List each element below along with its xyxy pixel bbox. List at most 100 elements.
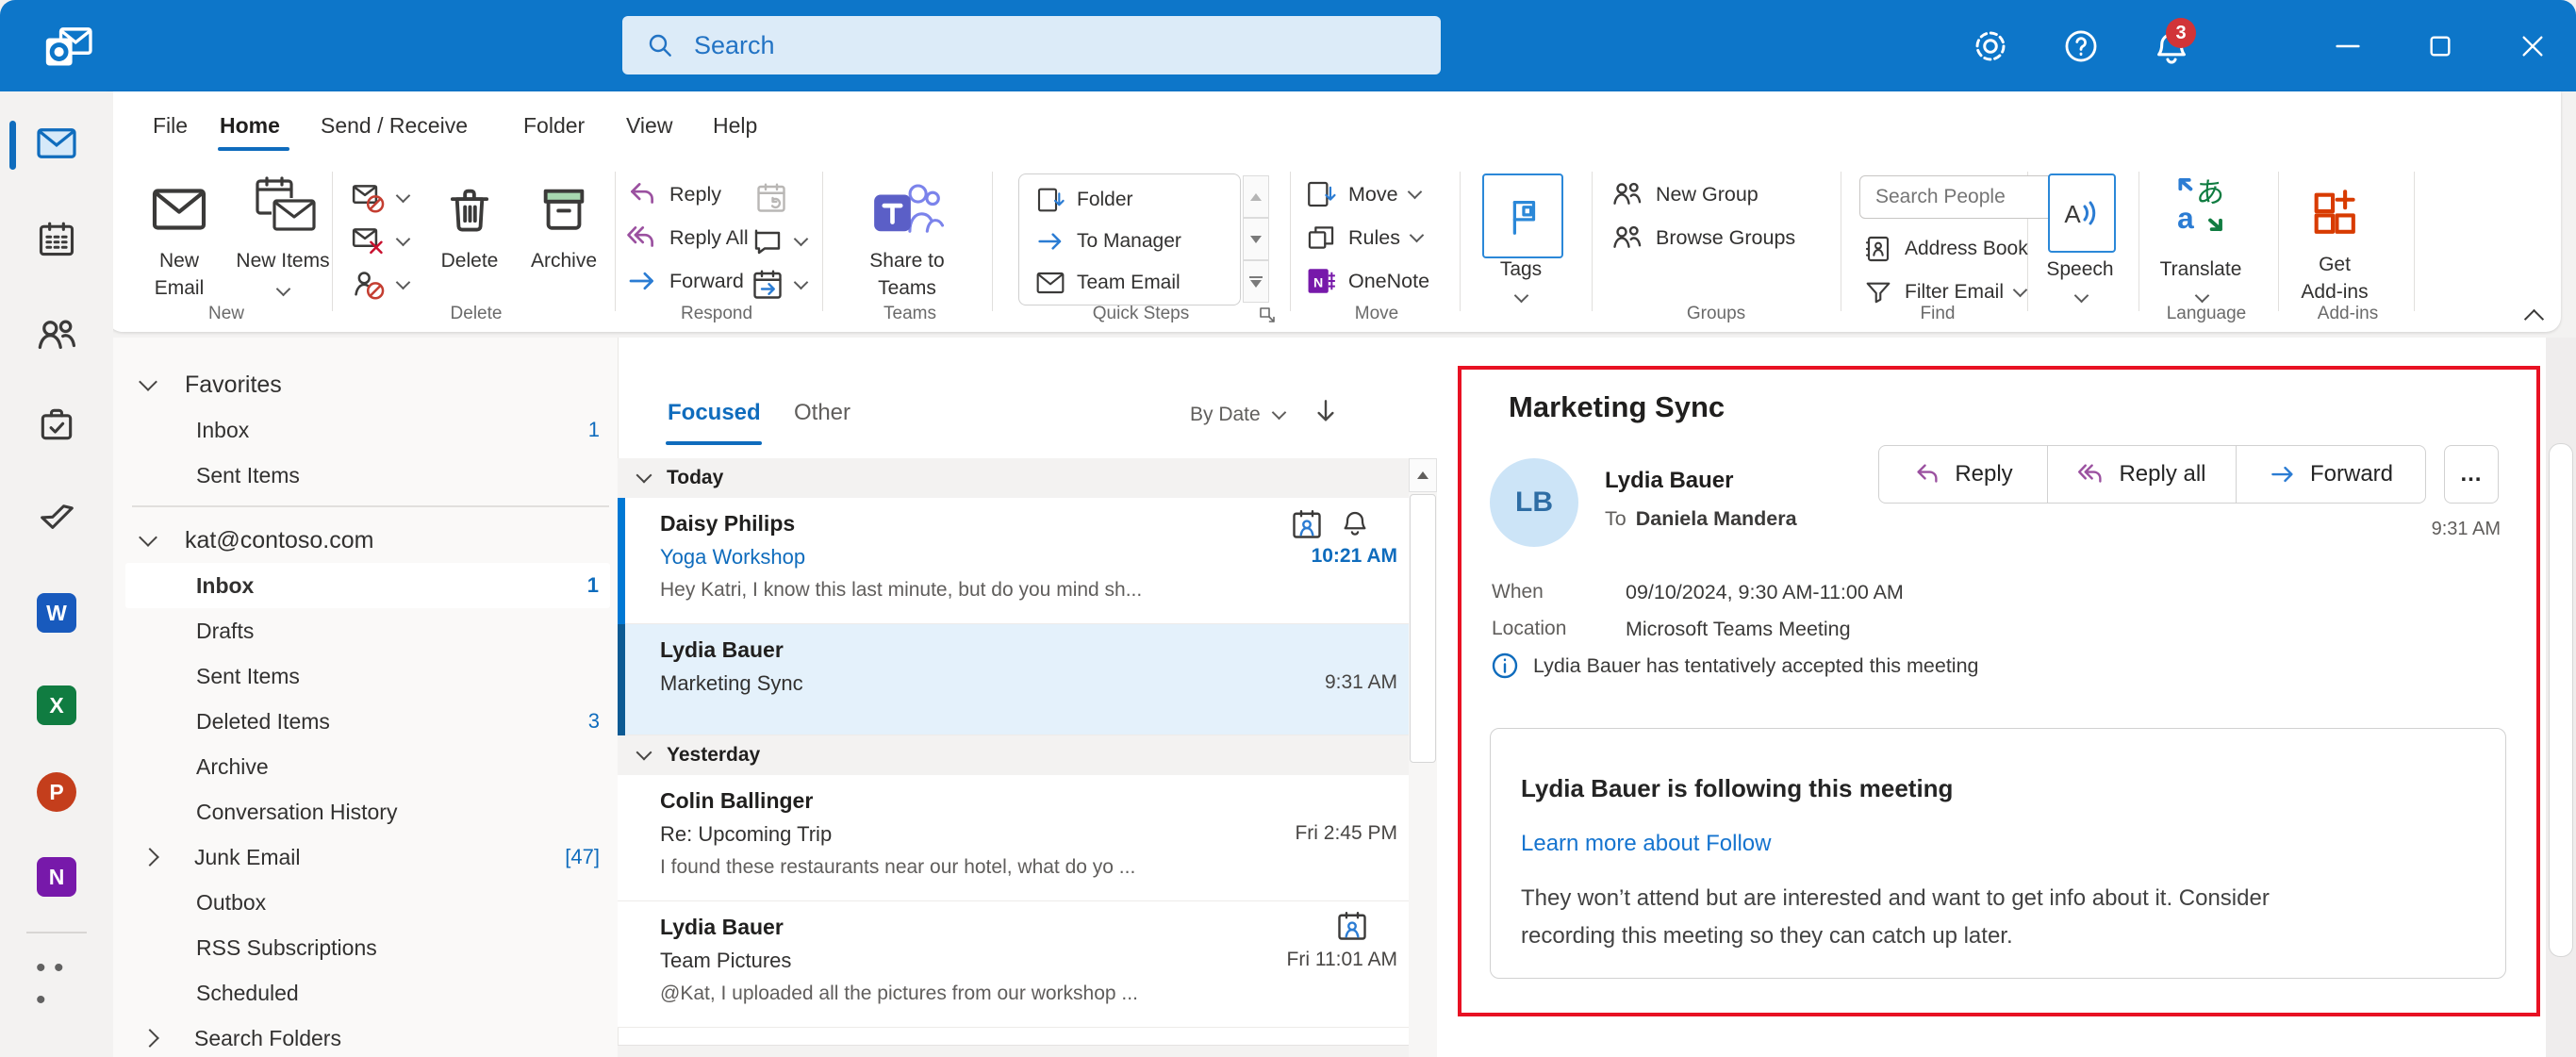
gallery-down-button[interactable] xyxy=(1243,218,1269,260)
folder-item-archive[interactable]: Archive xyxy=(113,744,618,789)
folder-item-inbox[interactable]: Inbox 1 xyxy=(125,563,610,608)
translate-label[interactable]: Translate xyxy=(2155,258,2246,281)
group-header-yesterday[interactable]: Yesterday xyxy=(618,735,1409,775)
speech-label[interactable]: Speech xyxy=(2037,258,2123,281)
rail-tasks-button[interactable] xyxy=(36,404,77,445)
favorites-section-header[interactable]: Favorites xyxy=(113,362,618,407)
more-actions-button[interactable]: … xyxy=(2444,445,2499,504)
sender-avatar[interactable]: LB xyxy=(1490,458,1578,547)
quick-step-to-manager[interactable]: To Manager xyxy=(1035,224,1181,258)
gallery-up-button[interactable] xyxy=(1243,175,1269,218)
delete-button[interactable]: Delete xyxy=(426,172,513,274)
im-reply-button[interactable] xyxy=(751,223,809,260)
scroll-up-button[interactable] xyxy=(1409,458,1437,492)
sort-direction-button[interactable] xyxy=(1311,396,1341,426)
browse-groups-button[interactable]: Browse Groups xyxy=(1610,219,1795,256)
rail-onenote-button[interactable]: N xyxy=(36,856,77,898)
scrollbar-thumb[interactable] xyxy=(1410,494,1436,763)
maximize-button[interactable] xyxy=(2418,25,2463,68)
titlebar-search[interactable] xyxy=(622,16,1441,74)
rail-powerpoint-button[interactable]: P xyxy=(36,771,77,813)
sender-name[interactable]: Lydia Bauer xyxy=(1605,468,1734,494)
tab-home[interactable]: Home xyxy=(220,108,280,142)
email-item-lydia-selected[interactable]: Lydia Bauer Marketing Sync 9:31 AM xyxy=(618,624,1409,735)
search-people-box[interactable] xyxy=(1859,175,2061,219)
forward-as-meeting-button[interactable] xyxy=(751,266,809,304)
reply-all-action-button[interactable]: Reply all xyxy=(2046,445,2237,504)
close-button[interactable] xyxy=(2510,25,2555,68)
email-item-daisy[interactable]: Daisy Philips Yoga Workshop 10:21 AM Hey… xyxy=(618,498,1409,624)
folder-item-scheduled[interactable]: Scheduled xyxy=(113,970,618,1016)
junk-button[interactable] xyxy=(351,223,411,260)
tags-label[interactable]: Tags xyxy=(1482,258,1560,281)
help-button[interactable] xyxy=(2059,25,2103,68)
quick-step-folder[interactable]: Folder xyxy=(1035,183,1133,217)
rail-excel-button[interactable]: X xyxy=(36,685,77,726)
minimize-button[interactable] xyxy=(2325,25,2370,68)
sort-dropdown[interactable]: By Date xyxy=(1190,404,1286,426)
search-people-input[interactable] xyxy=(1874,185,2047,209)
recipient-name[interactable]: Daniela Mandera xyxy=(1636,507,1797,531)
address-book-button[interactable]: Address Book xyxy=(1863,230,2028,268)
forward-action-button[interactable]: Forward xyxy=(2236,445,2426,504)
reply-button[interactable]: Reply xyxy=(626,175,721,213)
rules-button[interactable]: Rules xyxy=(1305,219,1425,256)
scrollbar-thumb[interactable] xyxy=(2549,443,2573,957)
tab-folder[interactable]: Folder xyxy=(523,108,585,142)
rail-people-button[interactable] xyxy=(36,313,77,355)
reply-action-button[interactable]: Reply xyxy=(1878,445,2048,504)
notifications-button[interactable]: 3 xyxy=(2148,18,2196,72)
account-section-header[interactable]: kat@contoso.com xyxy=(113,518,618,563)
rail-more-button[interactable]: • • • xyxy=(36,952,77,1016)
rail-word-button[interactable]: W xyxy=(36,592,77,634)
tags-button[interactable] xyxy=(1482,173,1563,258)
new-group-button[interactable]: New Group xyxy=(1610,175,1759,213)
gallery-more-button[interactable] xyxy=(1243,260,1269,303)
group-label-move: Move xyxy=(1354,304,1399,323)
folder-item-drafts[interactable]: Drafts xyxy=(113,608,618,653)
reply-all-button[interactable]: Reply All xyxy=(626,219,749,256)
new-items-button[interactable]: New Items xyxy=(232,172,334,302)
translate-button[interactable]: あ a xyxy=(2169,173,2231,236)
reading-pane-scrollbar[interactable] xyxy=(2546,338,2576,1057)
folder-item-rss[interactable]: RSS Subscriptions xyxy=(113,925,618,970)
folder-item-inbox-fav[interactable]: Inbox 1 xyxy=(113,407,618,453)
get-addins-button[interactable]: Get Add-ins xyxy=(2289,175,2380,306)
archive-button[interactable]: Archive xyxy=(517,172,611,274)
tab-file[interactable]: File xyxy=(153,108,188,142)
ignore-button[interactable] xyxy=(351,179,411,217)
speech-button[interactable]: A xyxy=(2048,173,2116,253)
group-header-today[interactable]: Today xyxy=(618,458,1409,498)
share-to-teams-button[interactable]: Share to Teams xyxy=(847,172,967,302)
rail-todo-button[interactable] xyxy=(36,494,77,536)
tab-help[interactable]: Help xyxy=(713,108,757,142)
rail-mail-button[interactable] xyxy=(36,123,77,164)
folder-item-search-folders[interactable]: Search Folders xyxy=(113,1016,618,1057)
new-email-button[interactable]: New Email xyxy=(138,172,221,302)
folder-item-junk[interactable]: Junk Email [47] xyxy=(113,834,618,880)
rail-calendar-button[interactable] xyxy=(36,219,77,260)
tab-other[interactable]: Other xyxy=(794,400,850,426)
message-list-scrollbar[interactable] xyxy=(1409,458,1437,1057)
forward-button[interactable]: Forward xyxy=(626,262,744,300)
folder-item-deleted[interactable]: Deleted Items 3 xyxy=(113,699,618,744)
folder-item-outbox[interactable]: Outbox xyxy=(113,880,618,925)
collapse-ribbon-button[interactable] xyxy=(2519,307,2548,330)
folder-item-sent-fav[interactable]: Sent Items xyxy=(113,453,618,498)
email-item-lydia-pictures[interactable]: Lydia Bauer Team Pictures Fri 11:01 AM @… xyxy=(618,901,1409,1028)
move-button[interactable]: Move xyxy=(1305,175,1422,213)
outlook-logo-icon[interactable] xyxy=(41,19,96,74)
tab-focused[interactable]: Focused xyxy=(668,400,761,426)
search-input[interactable] xyxy=(692,29,1356,61)
folder-item-sent[interactable]: Sent Items xyxy=(113,653,618,699)
email-item-colin[interactable]: Colin Ballinger Re: Upcoming Trip Fri 2:… xyxy=(618,775,1409,901)
onenote-button[interactable]: N OneNote xyxy=(1305,262,1429,300)
tab-view[interactable]: View xyxy=(626,108,672,142)
tab-send-receive[interactable]: Send / Receive xyxy=(321,108,468,142)
quick-step-team-email[interactable]: Team Email xyxy=(1035,266,1181,300)
block-sender-button[interactable] xyxy=(351,266,411,304)
settings-button[interactable] xyxy=(1969,25,2012,68)
reply-with-meeting-button[interactable] xyxy=(754,179,788,217)
follow-learn-more-link[interactable]: Learn more about Follow xyxy=(1521,831,1771,857)
folder-item-conversation-history[interactable]: Conversation History xyxy=(113,789,618,834)
